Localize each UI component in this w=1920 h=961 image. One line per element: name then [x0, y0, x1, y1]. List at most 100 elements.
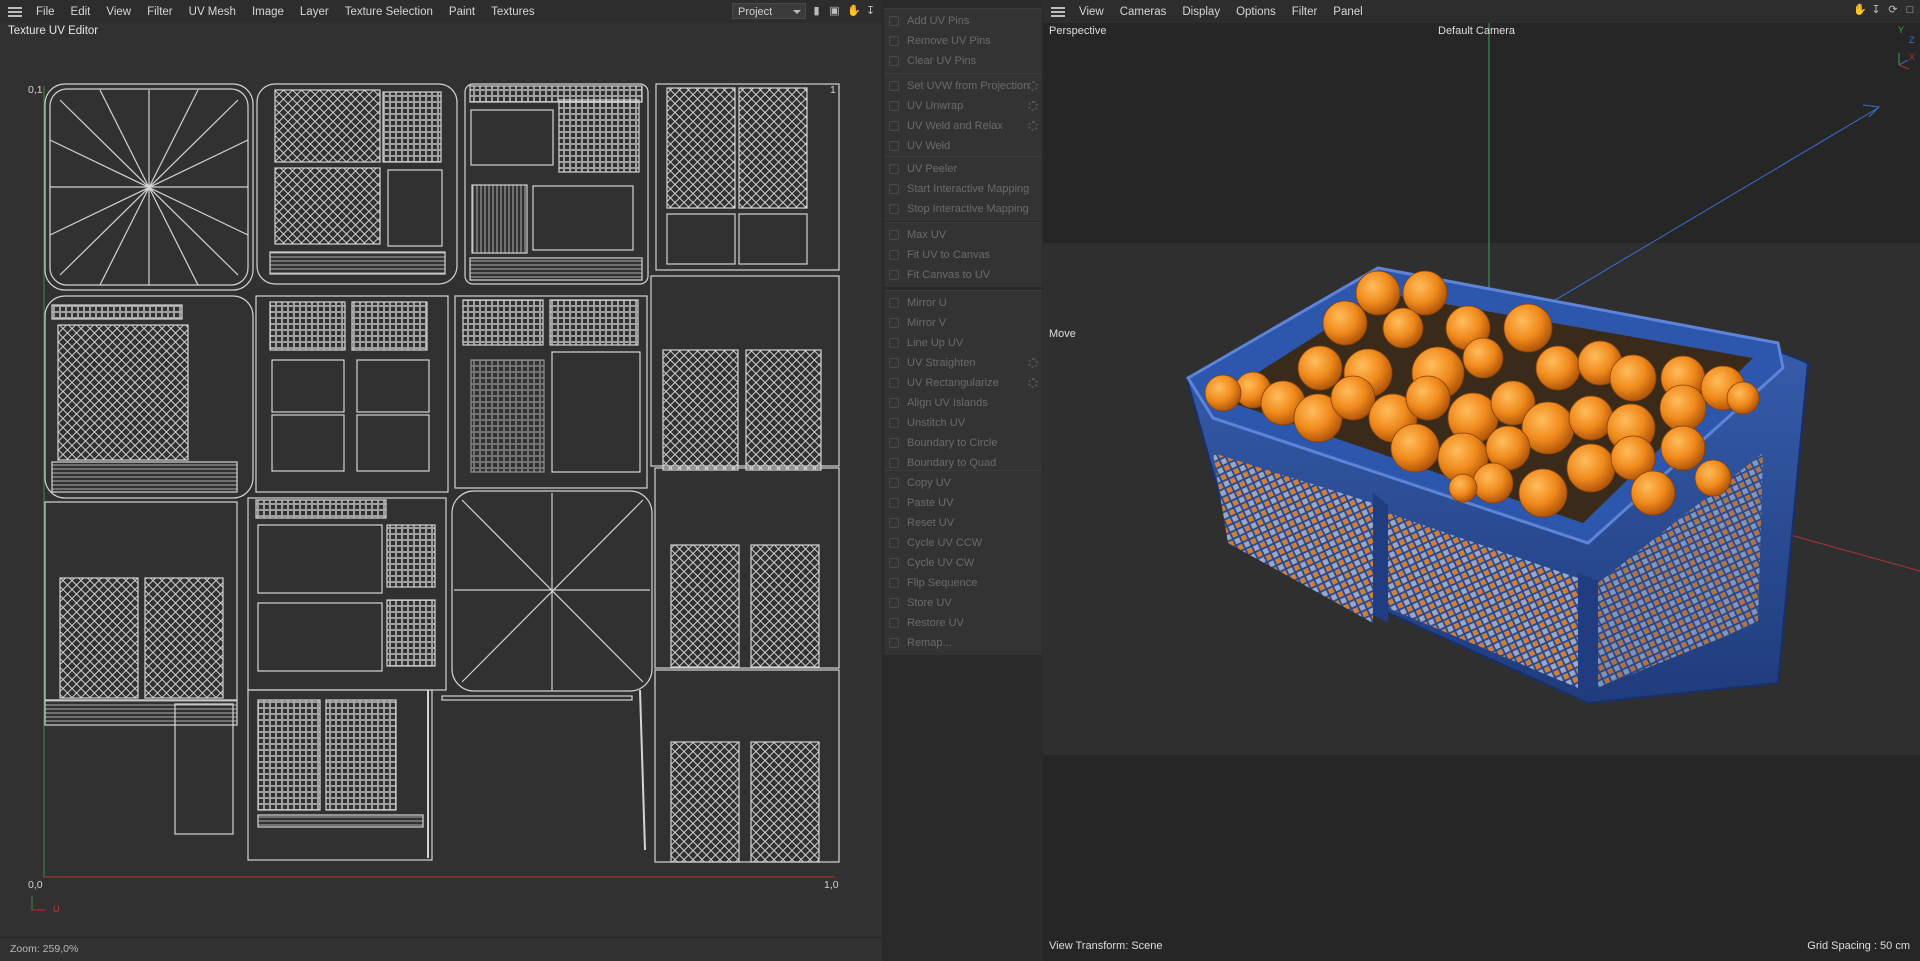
cmd-label: Align UV Islands: [907, 397, 988, 409]
project-dropdown-value: Project: [738, 6, 773, 18]
cmd-uv-unwrap[interactable]: UV Unwrap: [884, 96, 1042, 116]
move-down-icon[interactable]: ↧: [865, 5, 876, 17]
view-transform-label: View Transform: Scene: [1049, 940, 1163, 952]
viewport-menu-icon[interactable]: [1051, 6, 1065, 17]
cmd-stop-interactive-mapping[interactable]: Stop Interactive Mapping: [884, 199, 1042, 219]
gear-icon[interactable]: [1028, 358, 1038, 368]
cmd-clear-uv-pins[interactable]: Clear UV Pins: [884, 51, 1042, 71]
gear-icon[interactable]: [1028, 378, 1038, 388]
cmd-fit-uv-to-canvas[interactable]: Fit UV to Canvas: [884, 245, 1042, 265]
menu-view[interactable]: View: [98, 6, 139, 18]
cmd-label: Fit Canvas to UV: [907, 269, 991, 281]
uv-islands: [44, 83, 840, 863]
menu-edit[interactable]: Edit: [63, 6, 99, 18]
cmd-line-up-uv[interactable]: Line Up UV: [884, 333, 1042, 353]
cmd-label: UV Weld and Relax: [907, 120, 1003, 132]
menu-image[interactable]: Image: [244, 6, 292, 18]
histogram-icon[interactable]: ▮: [811, 5, 822, 17]
lock-icon[interactable]: ▣: [829, 5, 840, 17]
cmd-cycle-uv-cw[interactable]: Cycle UV CW: [884, 553, 1042, 573]
menu-filter[interactable]: Filter: [139, 6, 181, 18]
cmd-set-uvw-from-projection[interactable]: Set UVW from Projection: [884, 76, 1042, 96]
move-down-icon[interactable]: ↧: [1870, 4, 1882, 17]
orange-fruit: [1568, 395, 1614, 441]
orange-fruit: [1405, 375, 1451, 421]
cmd-label: Reset UV: [907, 517, 955, 529]
cmd-label: Restore UV: [907, 617, 964, 629]
cmd-paste-uv[interactable]: Paste UV: [884, 493, 1042, 513]
copy-uv-icon: [889, 478, 899, 488]
gear-icon[interactable]: [1028, 101, 1038, 111]
cmd-align-uv-islands[interactable]: Align UV Islands: [884, 393, 1042, 413]
camera-label[interactable]: Default Camera: [1438, 25, 1515, 37]
viewport-nav-icons: ✋ ↧ ⟳ □: [1853, 4, 1916, 17]
viewport-menubar: View Cameras Display Options Filter Pane…: [1043, 0, 1920, 23]
hand-pan-icon[interactable]: ✋: [847, 5, 861, 17]
unstitch-uv-icon: [889, 418, 899, 428]
cmd-unstitch-uv[interactable]: Unstitch UV: [884, 413, 1042, 433]
cmd-uv-straighten[interactable]: UV Straighten: [884, 353, 1042, 373]
cmd-max-uv[interactable]: Max UV: [884, 225, 1042, 245]
rotate-icon[interactable]: ⟳: [1887, 4, 1899, 17]
hand-pan-icon[interactable]: ✋: [1853, 4, 1867, 17]
orange-fruit: [1535, 345, 1581, 391]
menu-paint[interactable]: Paint: [441, 6, 483, 18]
uv-menu-icon[interactable]: [8, 6, 22, 17]
vp-menu-options[interactable]: Options: [1228, 6, 1284, 18]
orange-fruit: [1566, 443, 1616, 493]
cmd-uv-weld[interactable]: UV Weld: [884, 136, 1042, 156]
vp-menu-display[interactable]: Display: [1174, 6, 1228, 18]
cycle-uv-ccw-icon: [889, 538, 899, 548]
cmd-label: Clear UV Pins: [907, 55, 977, 67]
cmd-label: Store UV: [907, 597, 952, 609]
tool-label: Move: [1049, 328, 1076, 340]
uv-weld-icon: [889, 141, 899, 151]
menu-textures[interactable]: Textures: [483, 6, 542, 18]
cmd-flip-sequence[interactable]: Flip Sequence: [884, 573, 1042, 593]
vp-menu-cameras[interactable]: Cameras: [1112, 6, 1175, 18]
cmd-uv-rectangularize[interactable]: UV Rectangularize: [884, 373, 1042, 393]
cmd-cycle-uv-ccw[interactable]: Cycle UV CCW: [884, 533, 1042, 553]
project-dropdown[interactable]: Project: [732, 3, 806, 19]
cmd-remove-uv-pins[interactable]: Remove UV Pins: [884, 31, 1042, 51]
menu-texture-selection[interactable]: Texture Selection: [337, 6, 441, 18]
cmd-boundary-to-circle[interactable]: Boundary to Circle: [884, 433, 1042, 453]
menu-uv-mesh[interactable]: UV Mesh: [181, 6, 244, 18]
orange-fruit: [1503, 303, 1553, 353]
cmd-copy-uv[interactable]: Copy UV: [884, 473, 1042, 493]
cmd-label: Start Interactive Mapping: [907, 183, 1030, 195]
cmd-fit-canvas-to-uv[interactable]: Fit Canvas to UV: [884, 265, 1042, 285]
viewport-canvas[interactable]: [1043, 23, 1920, 961]
cmd-add-uv-pins[interactable]: Add UV Pins: [884, 11, 1042, 31]
cmd-label: Paste UV: [907, 497, 954, 509]
line-up-uv-icon: [889, 338, 899, 348]
maximize-icon[interactable]: □: [1904, 4, 1916, 17]
gizmo-z-label: Z: [1909, 35, 1915, 45]
start-interactive-mapping-icon: [889, 184, 899, 194]
cmd-remap[interactable]: Remap...: [884, 633, 1042, 653]
cmd-start-interactive-mapping[interactable]: Start Interactive Mapping: [884, 179, 1042, 199]
menu-file[interactable]: File: [28, 6, 63, 18]
cmd-uv-weld-and-relax[interactable]: UV Weld and Relax: [884, 116, 1042, 136]
cmd-restore-uv[interactable]: Restore UV: [884, 613, 1042, 633]
projection-label[interactable]: Perspective: [1049, 25, 1106, 37]
uv-straighten-icon: [889, 358, 899, 368]
gear-icon[interactable]: [1028, 121, 1038, 131]
uv-canvas[interactable]: [0, 40, 882, 940]
gear-icon[interactable]: [1028, 81, 1038, 91]
menu-layer[interactable]: Layer: [292, 6, 337, 18]
cmd-store-uv[interactable]: Store UV: [884, 593, 1042, 613]
cmd-uv-peeler[interactable]: UV Peeler: [884, 159, 1042, 179]
vp-menu-view[interactable]: View: [1071, 6, 1112, 18]
uv-corner-top-left-label: 0,1: [28, 84, 43, 96]
cmd-label: Boundary to Circle: [907, 437, 998, 449]
cmd-mirror-u[interactable]: Mirror U: [884, 293, 1042, 313]
cmd-label: Flip Sequence: [907, 577, 978, 589]
vp-menu-panel[interactable]: Panel: [1325, 6, 1370, 18]
add-uv-pins-icon: [889, 16, 899, 26]
command-group: Copy UV Paste UV Reset UV Cycle UV CCW Cycle…: [884, 470, 1042, 655]
cmd-mirror-v[interactable]: Mirror V: [884, 313, 1042, 333]
cmd-reset-uv[interactable]: Reset UV: [884, 513, 1042, 533]
vp-menu-filter[interactable]: Filter: [1284, 6, 1326, 18]
cmd-label: Mirror U: [907, 297, 947, 309]
